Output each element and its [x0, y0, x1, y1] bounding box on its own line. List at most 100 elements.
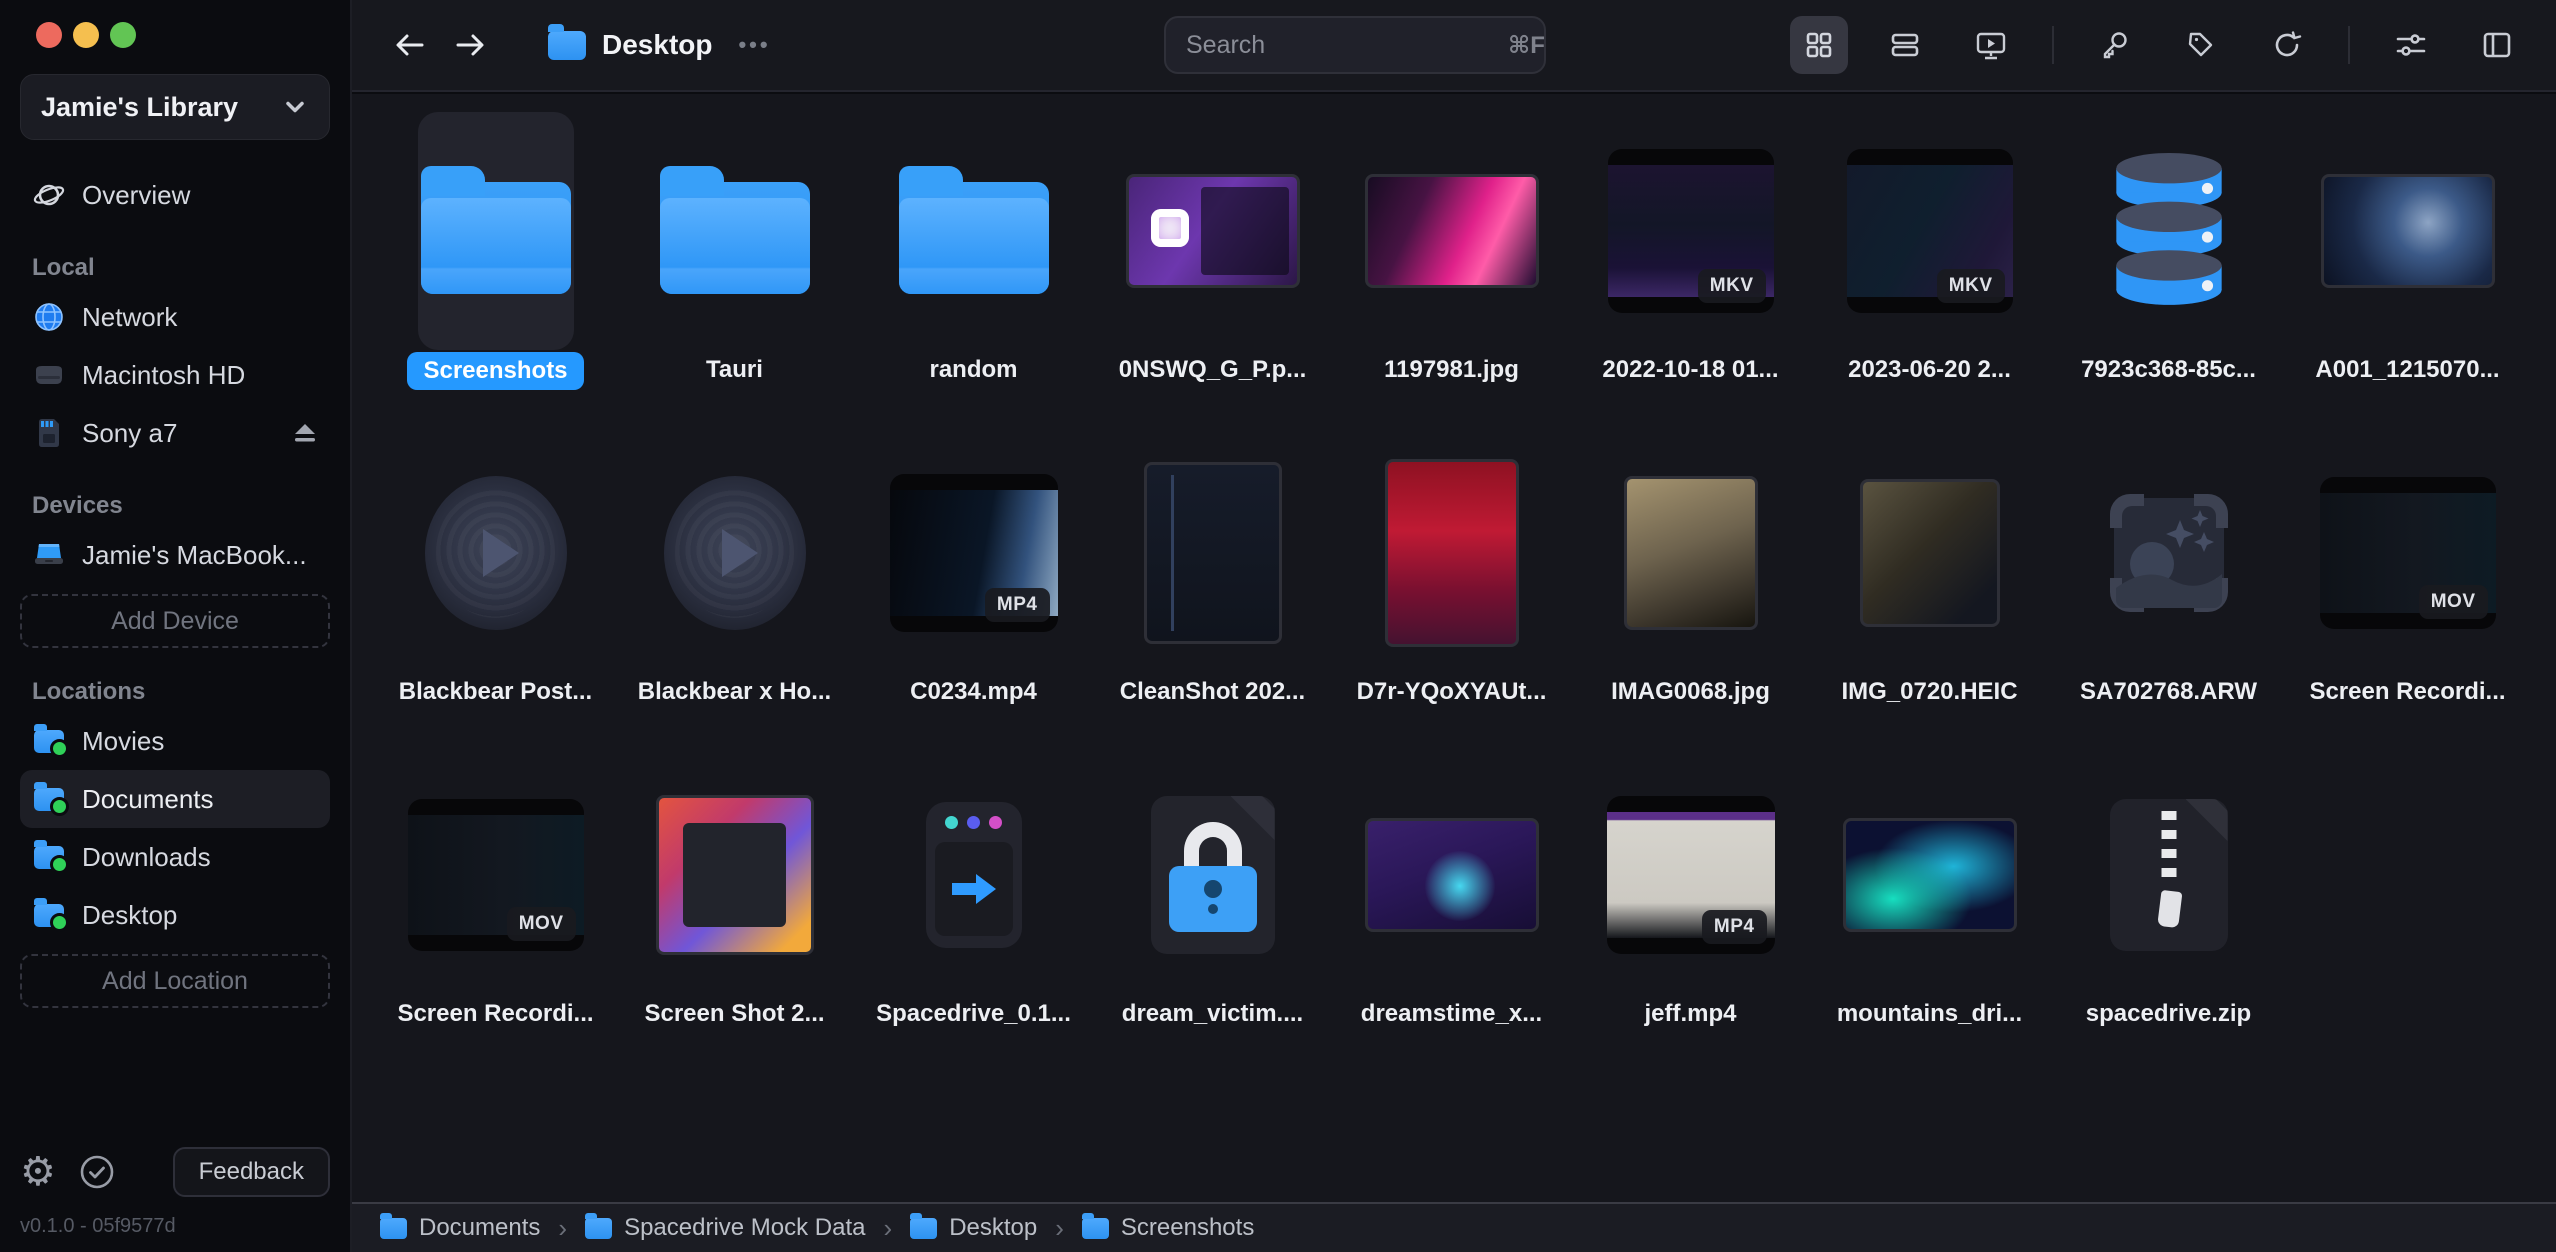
installer-icon — [926, 802, 1022, 948]
sidebar-item-label: Overview — [82, 180, 190, 211]
breadcrumb-spacedrive-mock-data[interactable]: Spacedrive Mock Data — [585, 1214, 865, 1242]
forward-button[interactable] — [452, 30, 488, 60]
key-icon[interactable] — [2086, 16, 2144, 74]
folder-icon — [1082, 1218, 1109, 1239]
image-thumbnail — [1144, 462, 1282, 644]
section-title-local: Local — [32, 254, 330, 282]
media-view-button[interactable] — [1962, 16, 2020, 74]
sidebar-item-label: Documents — [82, 784, 214, 815]
tab-more-button[interactable]: ••• — [738, 32, 770, 58]
folder-icon — [380, 1218, 407, 1239]
window-controls — [36, 22, 330, 48]
hard-drive-icon — [32, 362, 66, 388]
breadcrumb-documents[interactable]: Documents — [380, 1214, 540, 1242]
folder-icon — [899, 182, 1049, 294]
add-location-button[interactable]: Add Location — [20, 954, 330, 1008]
location-tab[interactable]: Desktop — [548, 29, 712, 61]
sd-card-icon — [32, 418, 66, 448]
file-item-tauri[interactable]: Tauri — [615, 112, 854, 434]
search-input[interactable] — [1186, 31, 1508, 60]
refresh-icon[interactable] — [2258, 16, 2316, 74]
file-name: Spacedrive_0.1... — [876, 1000, 1071, 1028]
breadcrumb-desktop[interactable]: Desktop — [910, 1214, 1037, 1242]
filters-sliders-icon[interactable] — [2382, 16, 2440, 74]
file-item-blackbear-post[interactable]: Blackbear Post... — [376, 434, 615, 756]
raw-image-icon — [2104, 488, 2234, 618]
format-badge: MP4 — [985, 588, 1050, 622]
file-item-2022-10-18[interactable]: MKV 2022-10-18 01... — [1571, 112, 1810, 434]
add-device-button[interactable]: Add Device — [20, 594, 330, 648]
sidebar-item-label: Network — [82, 302, 177, 333]
sidebar-item-macbook[interactable]: Jamie's MacBook... — [20, 526, 330, 584]
file-item-dream-victim[interactable]: dream_victim.... — [1093, 756, 1332, 1078]
library-switcher[interactable]: Jamie's Library — [20, 74, 330, 140]
file-item-screenshots[interactable]: Screenshots — [376, 112, 615, 434]
folder-icon — [34, 730, 64, 753]
breadcrumb-label: Documents — [419, 1214, 540, 1242]
video-thumbnail: MOV — [408, 799, 584, 951]
file-item-screen-recording-1[interactable]: MOV Screen Recordi... — [2288, 434, 2527, 756]
file-name: C0234.mp4 — [910, 678, 1037, 706]
file-name: Screen Recordi... — [2309, 678, 2505, 706]
file-item-spacedrive-dmg[interactable]: Spacedrive_0.1... — [854, 756, 1093, 1078]
grid-view-button[interactable] — [1790, 16, 1848, 74]
feedback-button[interactable]: Feedback — [173, 1147, 330, 1197]
file-item-img0720[interactable]: IMG_0720.HEIC — [1810, 434, 2049, 756]
file-item-a001[interactable]: A001_1215070... — [2288, 112, 2527, 434]
breadcrumb-screenshots[interactable]: Screenshots — [1082, 1214, 1254, 1242]
file-item-0nswq[interactable]: 0NSWQ_G_P.p... — [1093, 112, 1332, 434]
image-thumbnail — [1385, 459, 1519, 647]
file-item-spacedrive-zip[interactable]: spacedrive.zip — [2049, 756, 2288, 1078]
check-circle-icon[interactable] — [78, 1153, 116, 1191]
sidebar-item-downloads[interactable]: Downloads — [20, 828, 330, 886]
file-item-screen-recording-2[interactable]: MOV Screen Recordi... — [376, 756, 615, 1078]
folder-icon — [660, 182, 810, 294]
format-badge: MOV — [2419, 585, 2488, 619]
video-thumbnail: MP4 — [1607, 796, 1775, 954]
tag-icon[interactable] — [2172, 16, 2230, 74]
file-item-screen-shot[interactable]: Screen Shot 2... — [615, 756, 854, 1078]
file-item-imag0068[interactable]: IMAG0068.jpg — [1571, 434, 1810, 756]
sidebar-item-desktop[interactable]: Desktop — [20, 886, 330, 944]
lock-body — [1169, 866, 1257, 932]
file-name: D7r-YQoXYAUt... — [1357, 678, 1547, 706]
file-item-cleanshot[interactable]: CleanShot 202... — [1093, 434, 1332, 756]
sidebar-item-macintosh-hd[interactable]: Macintosh HD — [20, 346, 330, 404]
minimize-button[interactable] — [73, 22, 99, 48]
folder-icon — [34, 788, 64, 811]
video-thumbnail — [2321, 174, 2495, 288]
sidebar-item-network[interactable]: Network — [20, 288, 330, 346]
file-item-c0234[interactable]: MP4 C0234.mp4 — [854, 434, 1093, 756]
video-thumbnail: MP4 — [890, 474, 1058, 632]
file-item-jeff[interactable]: MP4 jeff.mp4 — [1571, 756, 1810, 1078]
planet-icon — [32, 179, 66, 211]
file-item-7923c368[interactable]: 7923c368-85c... — [2049, 112, 2288, 434]
file-item-sa702768[interactable]: SA702768.ARW — [2049, 434, 2288, 756]
format-badge: MKV — [1698, 269, 1766, 303]
laptop-icon — [32, 541, 66, 569]
file-item-blackbear-x-ho[interactable]: Blackbear x Ho... — [615, 434, 854, 756]
settings-gear-icon[interactable]: ⚙ — [20, 1152, 56, 1192]
sidebar-item-overview[interactable]: Overview — [20, 166, 330, 224]
list-view-button[interactable] — [1876, 16, 1934, 74]
eject-icon[interactable] — [292, 421, 318, 445]
back-button[interactable] — [392, 30, 428, 60]
inspector-panel-toggle[interactable] — [2468, 16, 2526, 74]
format-badge: MP4 — [1702, 910, 1767, 944]
close-button[interactable] — [36, 22, 62, 48]
zoom-button[interactable] — [110, 22, 136, 48]
sidebar-item-label: Desktop — [82, 900, 177, 931]
file-item-dreamstime[interactable]: dreamstime_x... — [1332, 756, 1571, 1078]
file-item-2023-06-20[interactable]: MKV 2023-06-20 2... — [1810, 112, 2049, 434]
file-name: random — [929, 356, 1017, 384]
file-item-mountains[interactable]: mountains_dri... — [1810, 756, 2049, 1078]
sidebar-item-sony-a7[interactable]: Sony a7 — [20, 404, 330, 462]
audio-disc-icon — [425, 476, 567, 630]
search-box[interactable]: ⌘F — [1164, 16, 1546, 74]
file-item-d7r[interactable]: D7r-YQoXYAUt... — [1332, 434, 1571, 756]
file-item-1197981[interactable]: 1197981.jpg — [1332, 112, 1571, 434]
sidebar-item-movies[interactable]: Movies — [20, 712, 330, 770]
file-item-random[interactable]: random — [854, 112, 1093, 434]
image-thumbnail — [656, 795, 814, 955]
sidebar-item-documents[interactable]: Documents — [20, 770, 330, 828]
